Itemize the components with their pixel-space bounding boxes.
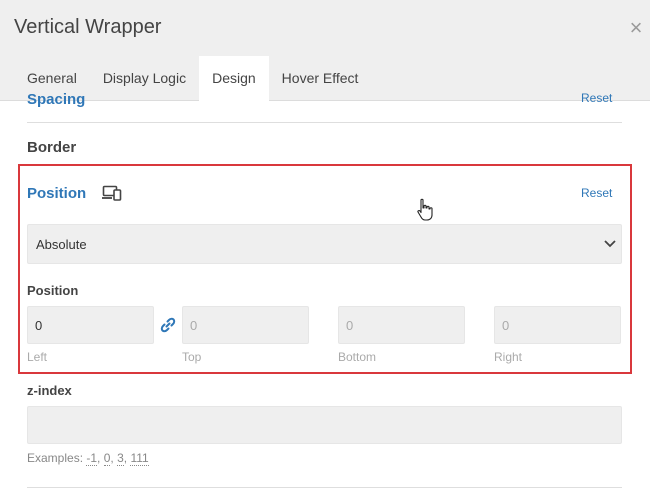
element-settings-modal: Vertical Wrapper × General Display Logic… [0, 0, 650, 497]
left-offset-input[interactable] [27, 306, 154, 344]
bottom-offset-label: Bottom [338, 350, 377, 364]
divider [27, 487, 622, 488]
right-offset-label: Right [494, 350, 523, 364]
link-values-icon[interactable] [160, 317, 176, 333]
bottom-offset-input[interactable] [338, 306, 465, 344]
position-section-title[interactable]: Position [27, 185, 86, 202]
top-offset-input[interactable] [182, 306, 309, 344]
border-section-title[interactable]: Border [27, 139, 76, 156]
chevron-down-icon [604, 240, 616, 248]
example-value[interactable]: 111 [130, 451, 149, 466]
close-icon[interactable]: × [624, 14, 648, 42]
left-offset-label: Left [27, 350, 48, 364]
z-index-examples: Examples: -1, 0, 3, 111 [27, 451, 149, 466]
spacing-section-title[interactable]: Spacing [27, 91, 85, 108]
hand-pointer-cursor-icon [417, 198, 433, 221]
tab-hover-effect[interactable]: Hover Effect [269, 56, 372, 100]
example-value[interactable]: 0 [103, 451, 111, 466]
z-index-input[interactable] [27, 406, 622, 444]
tab-design[interactable]: Design [199, 56, 269, 101]
z-index-label: z-index [27, 383, 72, 398]
right-offset-input[interactable] [494, 306, 621, 344]
examples-prefix: Examples: [27, 451, 84, 465]
position-reset-link[interactable]: Reset [581, 186, 612, 200]
tab-display-logic[interactable]: Display Logic [90, 56, 199, 100]
position-type-value: Absolute [36, 237, 87, 252]
divider [27, 122, 622, 123]
responsive-devices-icon[interactable] [102, 185, 122, 201]
modal-title: Vertical Wrapper [14, 16, 162, 38]
top-offset-label: Top [182, 350, 202, 364]
example-value[interactable]: -1 [86, 451, 98, 466]
example-value[interactable]: 3 [117, 451, 124, 466]
position-type-select[interactable]: Absolute [27, 224, 622, 264]
modal-header: Vertical Wrapper × General Display Logic… [0, 0, 650, 101]
position-offsets-label: Position [27, 283, 79, 298]
spacing-reset-link[interactable]: Reset [581, 91, 612, 105]
